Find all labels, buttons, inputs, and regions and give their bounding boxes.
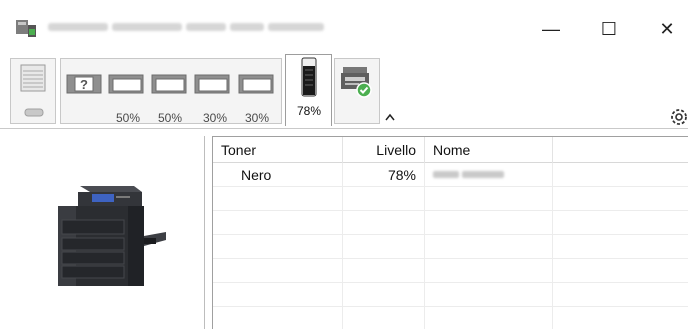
manual-feed-slot-icon (24, 108, 44, 117)
close-button[interactable]: ✕ (644, 14, 688, 44)
empty-cell (343, 283, 425, 307)
paper-tray-icon[interactable] (150, 71, 188, 95)
toner-level-cell: 78% (343, 163, 425, 187)
printer-app-icon (16, 20, 36, 37)
table-header: Toner Livello Nome (213, 137, 688, 163)
paper-tray-icon[interactable] (107, 71, 145, 95)
paper-stack-icon (20, 64, 46, 92)
window-title (48, 21, 338, 33)
unknown-tray-icon[interactable]: ? (65, 71, 103, 95)
empty-cell (425, 187, 553, 211)
title-bar: — ☐ ✕ (0, 0, 688, 52)
empty-cell (343, 187, 425, 211)
paper-trays-panel: ? 50% 50% 30% 30% (60, 58, 282, 125)
toner-cartridge-icon (301, 57, 317, 97)
column-header-livello[interactable]: Livello (343, 137, 425, 163)
empty-cell (553, 307, 688, 329)
empty-cell (553, 211, 688, 235)
printer-illustration (58, 186, 166, 286)
empty-cell (425, 283, 553, 307)
empty-cell (213, 211, 343, 235)
empty-cell (213, 187, 343, 211)
empty-cell (553, 163, 688, 187)
tray-level-label: 30% (202, 111, 228, 125)
tray-level-label: 50% (115, 111, 141, 125)
svg-text:?: ? (80, 77, 88, 92)
table-row (213, 235, 688, 259)
status-toolbar: ? 50% 50% 30% 30% 78% (0, 52, 688, 129)
toner-level-label: 78% (296, 104, 322, 118)
empty-cell (343, 211, 425, 235)
empty-cell (425, 235, 553, 259)
column-header-empty (553, 137, 688, 163)
table-row (213, 259, 688, 283)
empty-cell (425, 307, 553, 329)
toner-table: Toner Livello Nome Nero 78% (212, 136, 688, 329)
empty-cell (343, 307, 425, 329)
empty-cell (213, 259, 343, 283)
paper-tray-icon[interactable] (193, 71, 231, 95)
table-row (213, 283, 688, 307)
collapse-up-icon[interactable] (385, 113, 395, 121)
table-row (213, 187, 688, 211)
pane-divider[interactable] (204, 136, 205, 329)
empty-cell (425, 211, 553, 235)
empty-cell (553, 235, 688, 259)
empty-cell (425, 259, 553, 283)
tray-level-label: 30% (244, 111, 270, 125)
empty-cell (553, 259, 688, 283)
column-header-toner[interactable]: Toner (213, 137, 343, 163)
empty-cell (213, 307, 343, 329)
table-row[interactable]: Nero 78% (213, 163, 688, 187)
paper-stack-panel[interactable] (10, 58, 56, 124)
maximize-button[interactable]: ☐ (586, 14, 632, 44)
empty-cell (343, 235, 425, 259)
column-header-nome[interactable]: Nome (425, 137, 553, 163)
device-status-icon (341, 67, 372, 98)
empty-cell (343, 259, 425, 283)
device-status-tab[interactable] (334, 58, 380, 124)
tray-level-label: 50% (157, 111, 183, 125)
printer-image-pane (8, 136, 202, 329)
empty-cell (213, 235, 343, 259)
toner-name-cell (425, 163, 553, 187)
table-row (213, 211, 688, 235)
empty-cell (553, 283, 688, 307)
minimize-button[interactable]: — (528, 14, 574, 44)
empty-cell (553, 187, 688, 211)
paper-tray-icon[interactable] (237, 71, 275, 95)
table-row (213, 307, 688, 329)
toner-tab[interactable]: 78% (285, 54, 332, 126)
gear-icon[interactable] (668, 106, 688, 128)
toner-color-cell: Nero (213, 163, 343, 187)
empty-cell (213, 283, 343, 307)
